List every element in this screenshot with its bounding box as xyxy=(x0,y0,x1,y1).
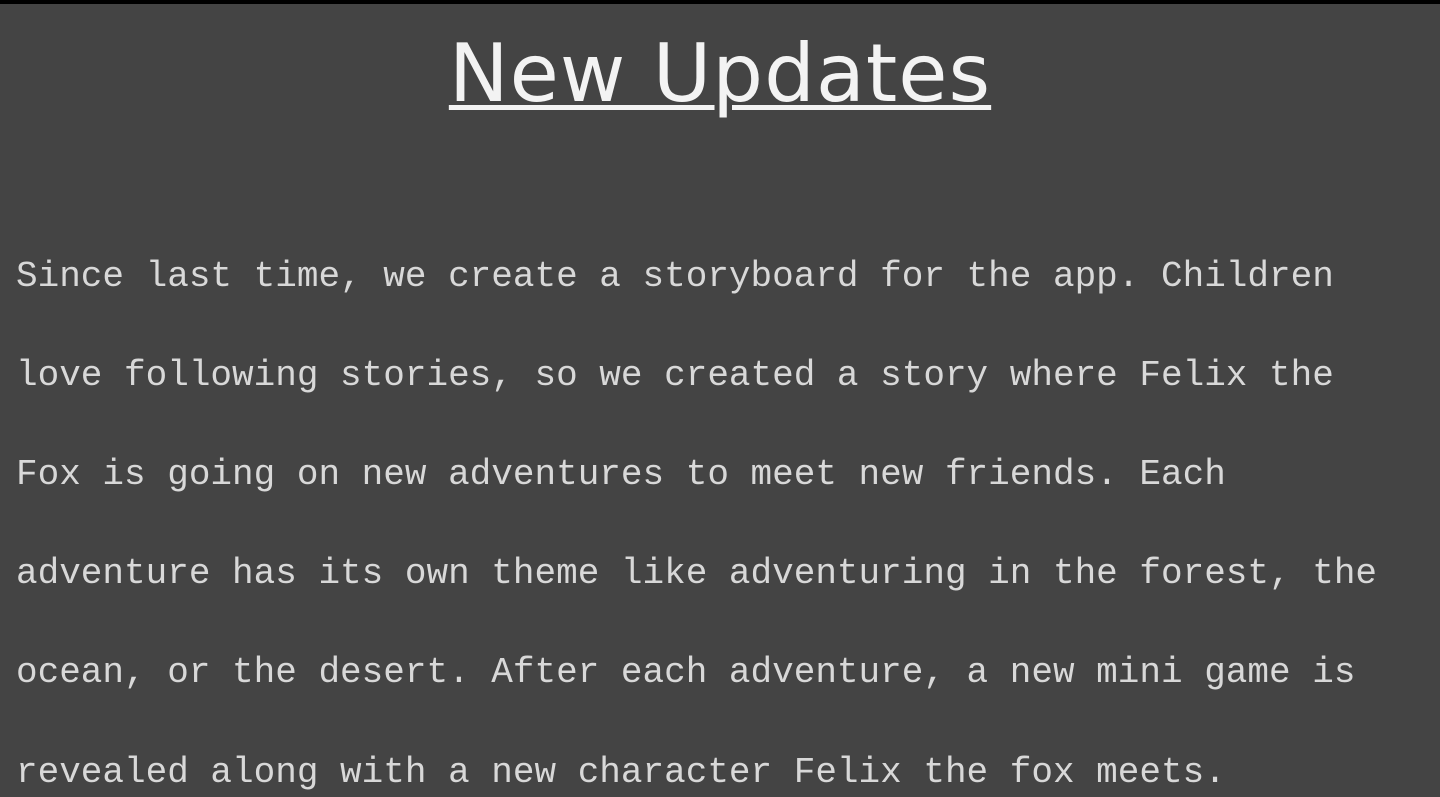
body-line: adventure has its own theme like adventu… xyxy=(16,553,1378,595)
slide-title: New Updates xyxy=(448,27,992,120)
body-line: Since last time, we create a storyboard … xyxy=(16,255,1334,297)
body-line: love following stories, so we created a … xyxy=(16,354,1334,396)
body-line: revealed along with a new character Feli… xyxy=(16,751,1226,793)
body-line: Fox is going on new adventures to meet n… xyxy=(16,453,1226,495)
slide-body-text: Since last time, we create a storyboard … xyxy=(16,202,1416,797)
body-line: ocean, or the desert. After each adventu… xyxy=(16,652,1356,694)
presentation-slide: New Updates Since last time, we create a… xyxy=(0,4,1440,793)
